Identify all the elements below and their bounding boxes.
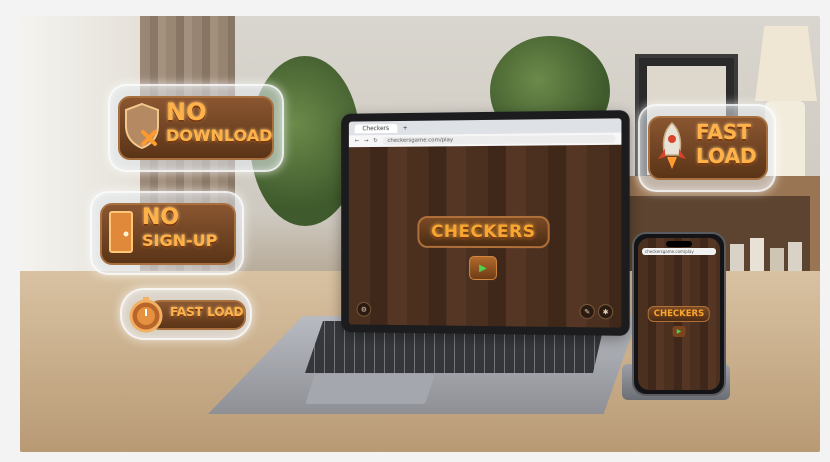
forward-icon[interactable]: → <box>364 138 368 144</box>
browser-tab[interactable]: Checkers <box>354 123 397 133</box>
no-download-line2: DOWNLOAD <box>166 126 273 145</box>
no-signup-line1: NO <box>142 205 180 230</box>
lamp-shade <box>755 26 817 101</box>
no-download-badge: NO DOWNLOAD <box>108 84 284 172</box>
edit-icon[interactable]: ✎ <box>579 303 595 320</box>
fast-load-large-line2: LOAD <box>696 144 757 168</box>
fast-load-small-label: FAST LOAD <box>170 305 244 319</box>
settings-icon[interactable]: ⚙ <box>356 301 372 317</box>
phone-screen: checkersgame.com/play CHECKERS ▶ <box>638 238 720 390</box>
laptop-trackpad <box>305 374 435 404</box>
play-icon: ▶ <box>479 262 487 274</box>
door-icon <box>106 207 136 257</box>
no-signup-line2: SIGN-UP <box>142 231 218 250</box>
browser-window: Checkers + ← → ↻ checkersgame.com/play C… <box>348 118 622 328</box>
rocket-icon <box>654 118 690 174</box>
address-field[interactable]: checkersgame.com/play <box>382 134 616 145</box>
reload-icon[interactable]: ↻ <box>373 138 377 144</box>
game-canvas[interactable]: CHECKERS ▶ ⚙ ✎ ✱ <box>348 144 622 328</box>
back-icon[interactable]: ← <box>355 138 359 144</box>
play-button[interactable]: ▶ <box>469 255 497 281</box>
phone-notch <box>666 241 692 247</box>
laptop-screen: Checkers + ← → ↻ checkersgame.com/play C… <box>341 110 630 336</box>
shield-x-icon <box>122 98 162 154</box>
phone-game-title: CHECKERS <box>647 306 711 322</box>
fast-load-small-badge: FAST LOAD <box>120 288 252 340</box>
photo-scene: Checkers + ← → ↻ checkersgame.com/play C… <box>20 16 820 452</box>
new-tab-icon[interactable]: + <box>403 124 408 131</box>
gear-icon[interactable]: ✱ <box>597 304 614 320</box>
smartphone: checkersgame.com/play CHECKERS ▶ <box>632 232 726 396</box>
no-signup-badge: NO SIGN-UP <box>90 191 244 275</box>
no-download-line1: NO <box>166 98 207 126</box>
fast-load-large-badge: FAST LOAD <box>638 104 776 192</box>
phone-address-field[interactable]: checkersgame.com/play <box>642 248 716 255</box>
game-title: CHECKERS <box>417 215 550 249</box>
stopwatch-icon <box>126 294 166 334</box>
fast-load-large-line1: FAST <box>696 120 751 144</box>
phone-play-button[interactable]: ▶ <box>672 326 686 337</box>
